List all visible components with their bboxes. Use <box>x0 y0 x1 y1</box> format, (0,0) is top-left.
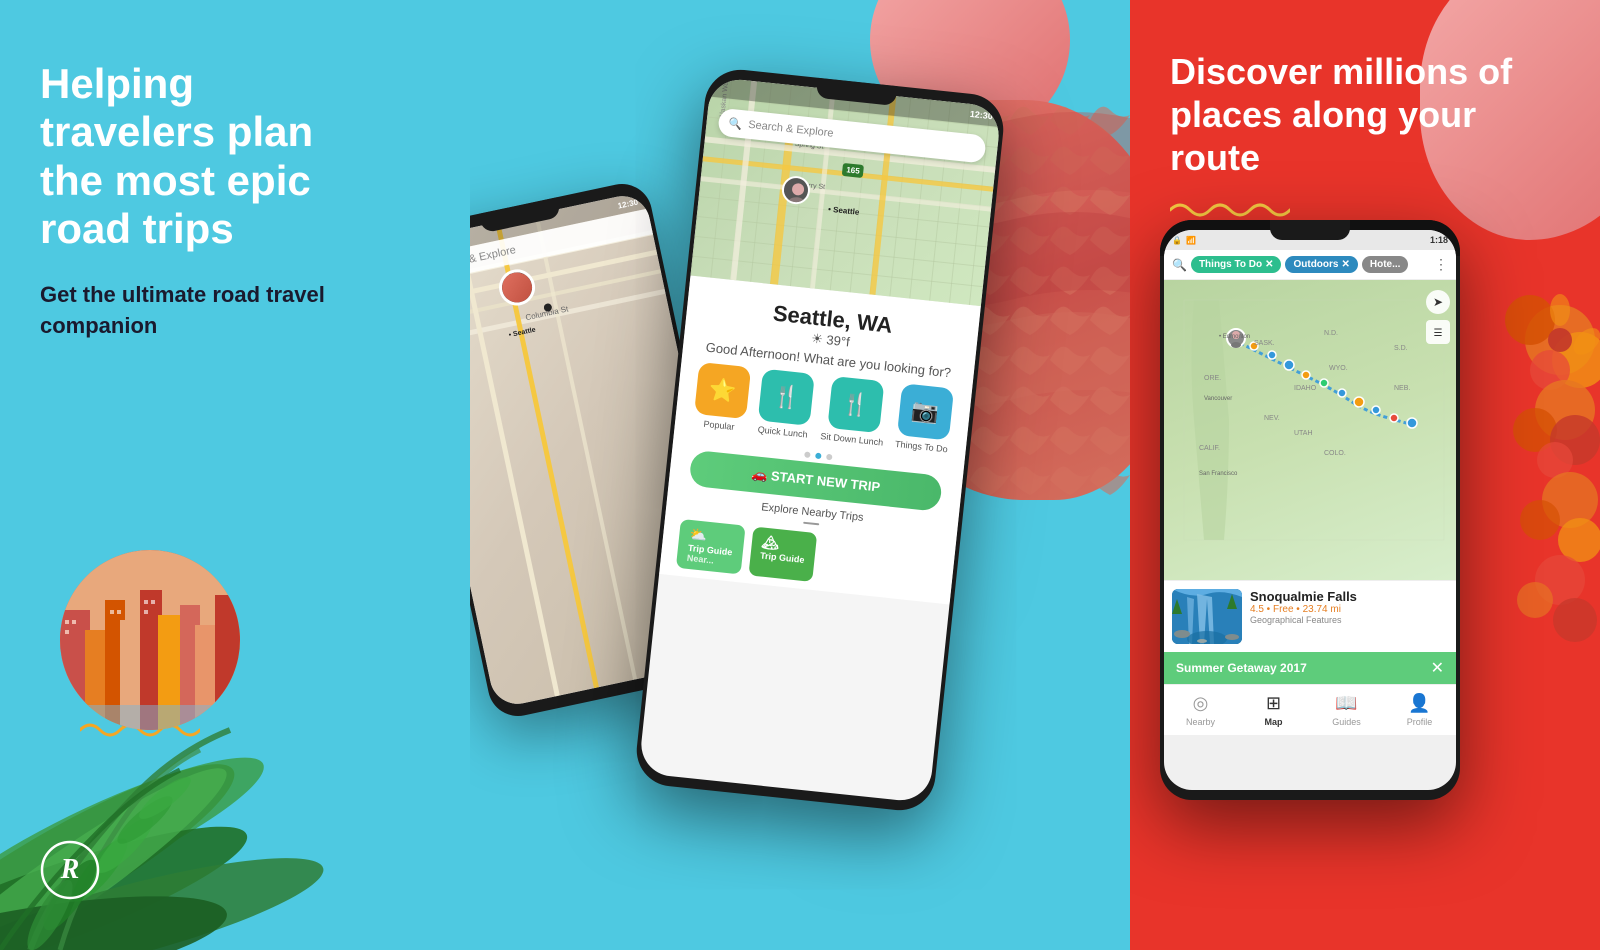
right-panel: Discover millions of places along your r… <box>1130 0 1600 950</box>
phone-2: 165 12:30 🔍 Search & Explore <box>633 66 1007 813</box>
filter-hotels[interactable]: Hote... <box>1362 256 1409 273</box>
icon-popular[interactable]: ⭐ Popular <box>693 362 752 433</box>
city-photo-circle <box>60 550 240 730</box>
trip-guide-card-1[interactable]: ⛅ Trip Guide Near... <box>676 519 745 574</box>
icon-quick-lunch[interactable]: 🍴 Quick Lunch <box>756 369 815 440</box>
svg-text:WYO.: WYO. <box>1329 365 1348 372</box>
bottom-navigation: ◎ Nearby ⊞ Map 📖 Guides 👤 Profile <box>1164 684 1456 735</box>
svg-text:Vancouver: Vancouver <box>1204 396 1232 402</box>
svg-text:ORE.: ORE. <box>1204 375 1221 382</box>
svg-text:R: R <box>60 854 80 885</box>
svg-text:• Edmonton: • Edmonton <box>1219 334 1250 340</box>
filter-things-to-do[interactable]: Things To Do ✕ <box>1191 256 1282 273</box>
svg-text:NEV.: NEV. <box>1264 415 1280 422</box>
svg-text:☰: ☰ <box>1434 328 1443 339</box>
left-panel: Helping travelers plan the most epic roa… <box>0 0 470 950</box>
phone-3: 🔒 📶 1:18 🔍 Things To Do ✕ Outdoors ✕ Hot… <box>1160 220 1460 800</box>
svg-text:N.D.: N.D. <box>1324 330 1338 337</box>
trip-guide-card-2[interactable]: 🏔 Trip Guide <box>748 526 817 581</box>
route-map: ORE. CALIF. SASK. N.D. S.D. NEB. WYO. ID… <box>1164 280 1456 580</box>
brand-logo: R <box>40 840 100 900</box>
svg-text:UTAH: UTAH <box>1294 430 1313 437</box>
right-squiggle <box>1170 200 1290 220</box>
svg-text:IDAHO: IDAHO <box>1294 385 1317 392</box>
icon-things-to-do[interactable]: 📷 Things To Do <box>895 383 954 454</box>
main-headline: Helping travelers plan the most epic roa… <box>40 60 380 253</box>
svg-text:NEB.: NEB. <box>1394 385 1410 392</box>
place-card[interactable]: Snoqualmie Falls 4.5 • Free • 23.74 mi G… <box>1164 580 1456 652</box>
place-image <box>1172 589 1242 644</box>
nav-guides[interactable]: 📖 Guides <box>1310 685 1383 735</box>
svg-text:➤: ➤ <box>1433 295 1443 309</box>
filter-bar: 🔍 Things To Do ✕ Outdoors ✕ Hote... ⋮ <box>1164 250 1456 280</box>
filter-outdoors[interactable]: Outdoors ✕ <box>1285 256 1357 273</box>
svg-text:SASK.: SASK. <box>1254 340 1275 347</box>
close-trip-button[interactable]: ✕ <box>1431 658 1444 678</box>
sub-headline: Get the ultimate road travel companion <box>40 280 340 342</box>
svg-text:COLO.: COLO. <box>1324 450 1346 457</box>
right-headline: Discover millions of places along your r… <box>1170 50 1550 180</box>
nav-map[interactable]: ⊞ Map <box>1237 685 1310 735</box>
icon-sit-down-lunch[interactable]: 🍴 Sit Down Lunch <box>820 375 890 447</box>
place-info: Snoqualmie Falls 4.5 • Free • 23.74 mi G… <box>1250 589 1448 644</box>
trip-bar: Summer Getaway 2017 ✕ <box>1164 652 1456 684</box>
middle-panel: 12:30 🔍 Search & Explore West Edge Sprin… <box>470 0 1130 950</box>
svg-text:S.D.: S.D. <box>1394 345 1408 352</box>
nav-nearby[interactable]: ◎ Nearby <box>1164 685 1237 735</box>
svg-text:San Francisco: San Francisco <box>1199 471 1238 477</box>
svg-text:CALIF.: CALIF. <box>1199 445 1220 452</box>
nav-profile[interactable]: 👤 Profile <box>1383 685 1456 735</box>
